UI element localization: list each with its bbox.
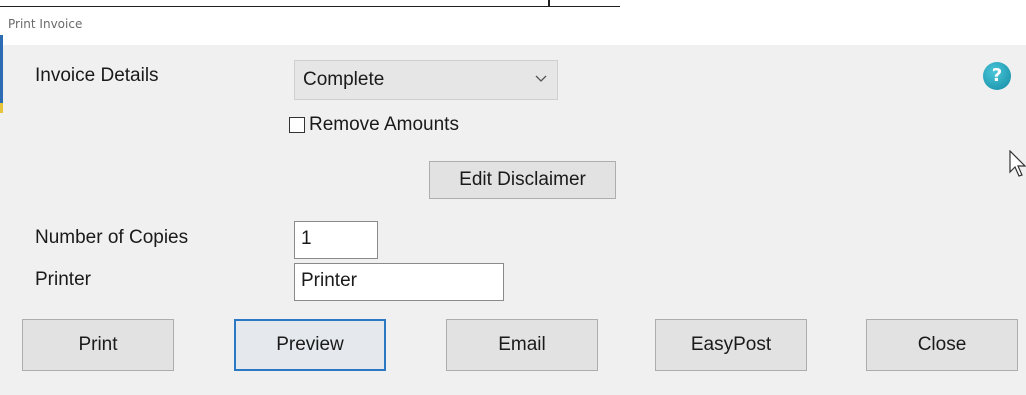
easypost-button[interactable]: EasyPost	[655, 319, 807, 371]
left-edge-accent-yellow	[0, 103, 3, 113]
title-bar: Print Invoice	[0, 7, 1026, 45]
screen-edge	[0, 0, 1026, 7]
printer-input[interactable]: Printer	[294, 263, 504, 301]
edge-tick	[548, 0, 550, 7]
chevron-down-icon	[535, 71, 547, 86]
copies-label: Number of Copies	[35, 227, 189, 248]
help-icon[interactable]: ?	[983, 62, 1011, 90]
close-button[interactable]: Close	[866, 319, 1018, 371]
remove-amounts-checkbox[interactable]	[289, 117, 305, 133]
invoice-details-value: Complete	[303, 69, 385, 90]
print-invoice-dialog: Print Invoice Invoice Details Complete R…	[0, 7, 1026, 395]
print-button[interactable]: Print	[22, 319, 174, 371]
edit-disclaimer-button[interactable]: Edit Disclaimer	[429, 161, 616, 199]
email-button[interactable]: Email	[446, 319, 598, 371]
mouse-pointer-icon	[1009, 149, 1026, 178]
remove-amounts-label: Remove Amounts	[309, 114, 459, 135]
window-title: Print Invoice	[8, 17, 83, 31]
copies-input[interactable]: 1	[294, 221, 378, 259]
invoice-details-label: Invoice Details	[35, 65, 159, 86]
left-edge-accent	[0, 35, 3, 105]
preview-button[interactable]: Preview	[234, 319, 386, 371]
invoice-details-select[interactable]: Complete	[294, 60, 558, 100]
printer-label: Printer	[35, 269, 91, 290]
